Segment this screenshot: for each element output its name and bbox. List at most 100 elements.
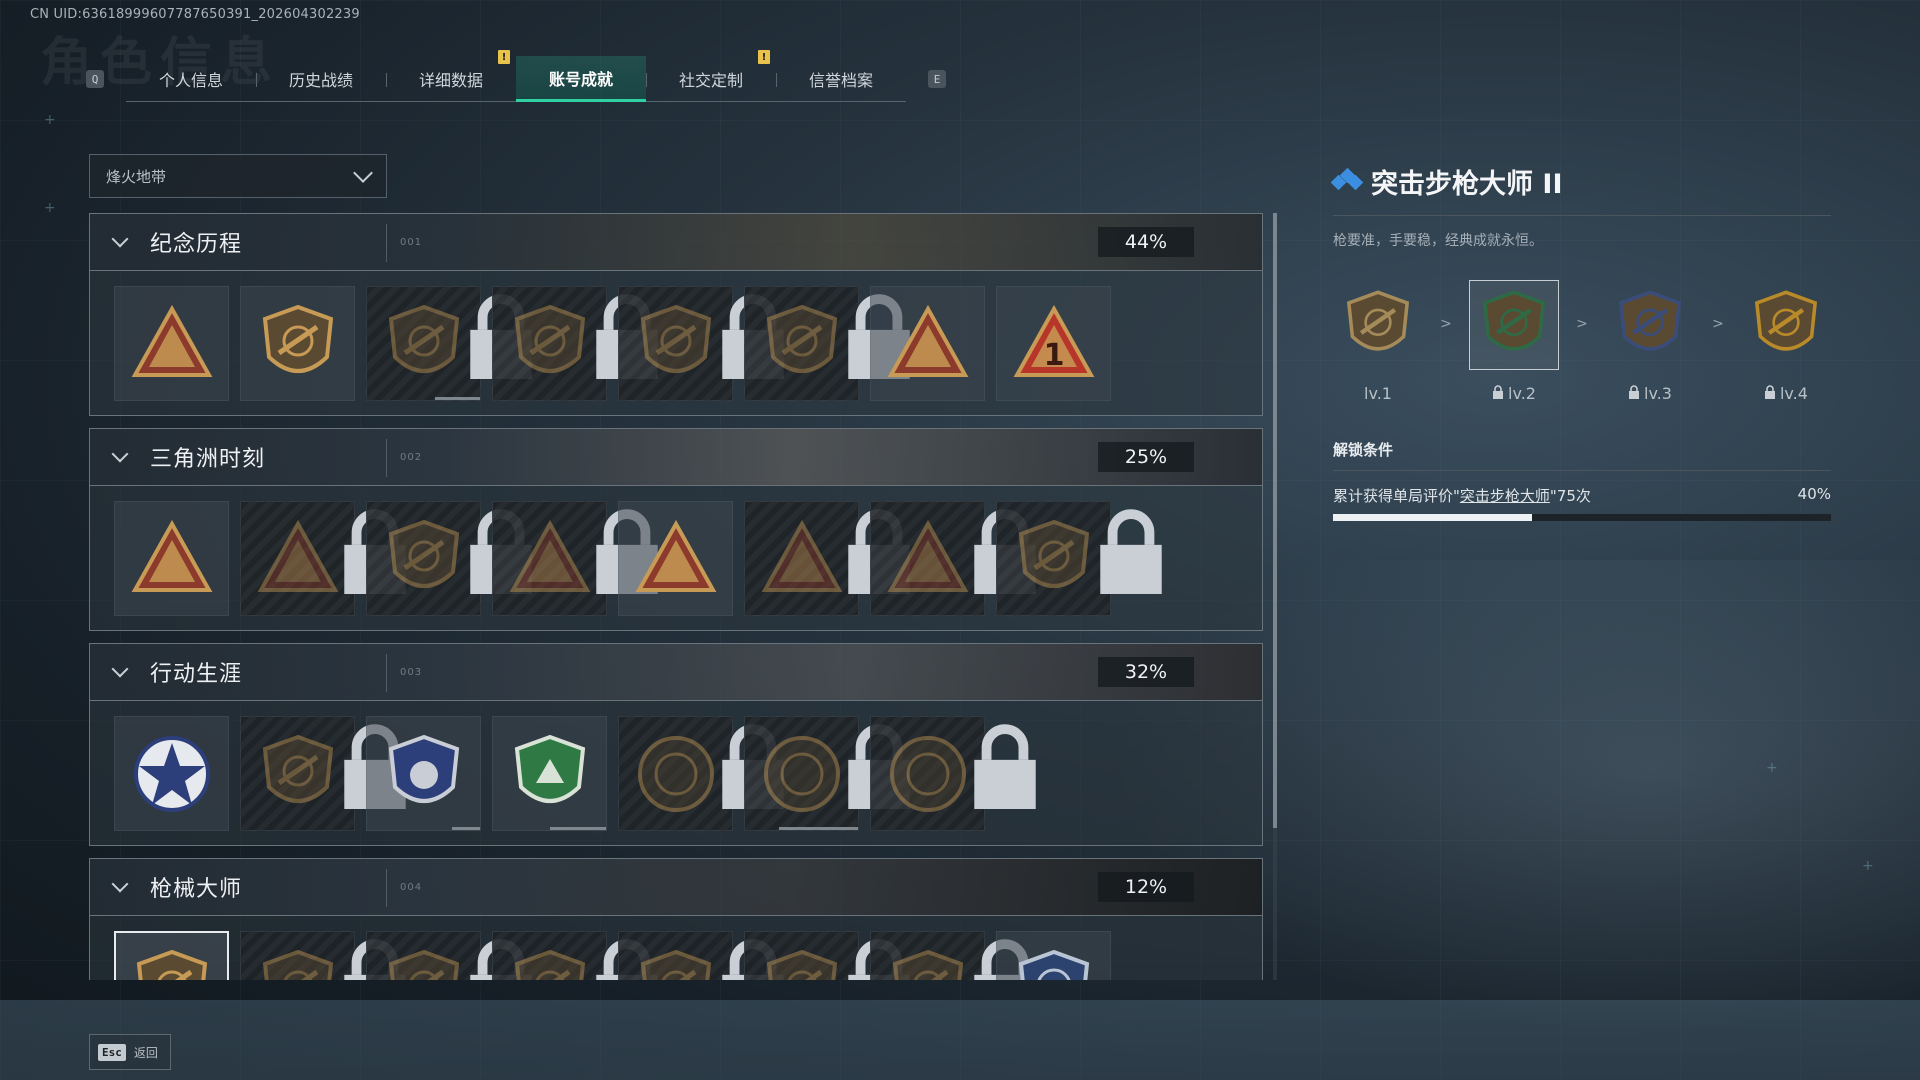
esc-key-hint: Esc <box>98 1043 126 1061</box>
achievement-badge-tile[interactable] <box>492 286 658 401</box>
achievement-badge-tile[interactable] <box>240 501 406 616</box>
achievement-badge-tile[interactable] <box>744 286 910 401</box>
achievement-badge-tile[interactable] <box>744 716 910 831</box>
achievement-badge-tile[interactable] <box>366 286 532 401</box>
achievement-badge-tile[interactable] <box>240 716 406 831</box>
level-label-row: lv.4 <box>1764 384 1808 403</box>
notification-badge: ! <box>498 50 510 64</box>
tab-4[interactable]: 社交定制! <box>646 50 776 102</box>
tab-bar: Q 个人信息 历史战绩 详细数据! 账号成就 社交定制! 信誉档案 E <box>86 50 946 102</box>
rifle-shield-icon <box>885 946 971 980</box>
tab-0[interactable]: 个人信息 <box>126 56 256 102</box>
achievement-badge-tile[interactable] <box>870 501 1036 616</box>
achievement-badge-tile[interactable] <box>996 501 1162 616</box>
chevron-down-icon[interactable] <box>111 445 129 463</box>
list-scrollbar[interactable] <box>1273 213 1277 980</box>
ship-triangle-icon <box>885 301 971 387</box>
gear-triangle-icon <box>507 516 593 602</box>
level-label: lv.3 <box>1644 384 1672 403</box>
chevron-down-icon[interactable] <box>111 875 129 893</box>
achievement-badge-tile[interactable] <box>114 286 229 401</box>
lock-icon <box>1628 384 1640 403</box>
tab-3[interactable]: 账号成就 <box>516 56 646 102</box>
chevron-down-icon[interactable] <box>111 230 129 248</box>
achievement-badge-tile[interactable] <box>114 931 229 980</box>
achievement-badge-tile[interactable] <box>618 501 733 616</box>
tab-2[interactable]: 详细数据! <box>386 50 516 102</box>
tab-1[interactable]: 历史战绩 <box>256 56 386 102</box>
badge-progress-line <box>778 827 858 830</box>
achievement-badge-tile[interactable] <box>618 716 784 831</box>
lock-icon <box>332 508 406 594</box>
mode-select-value: 烽火地带 <box>106 167 167 186</box>
category-title: 纪念历程 <box>150 232 243 257</box>
rifle-shield-icon <box>507 946 593 980</box>
dragon-triangle-icon <box>885 516 971 602</box>
achievement-badge-tile[interactable] <box>366 931 532 980</box>
level-item[interactable]: lv.1 <box>1333 280 1423 403</box>
achievement-badge-tile[interactable] <box>492 501 658 616</box>
category-header[interactable]: 纪念历程 001 44% <box>89 213 1263 271</box>
achievement-badge-tile[interactable] <box>240 286 355 401</box>
rifle-shield-icon <box>381 946 467 980</box>
level-item[interactable]: lv.2 <box>1468 280 1559 403</box>
shield-chevron-icon <box>381 301 467 387</box>
achievement-badge-tile[interactable] <box>996 931 1111 980</box>
achievement-badge-tile[interactable]: 1 <box>996 286 1111 401</box>
tab-row: 个人信息 历史战绩 详细数据! 账号成就 社交定制! 信誉档案 <box>126 50 906 102</box>
category-badge-grid <box>89 486 1263 631</box>
divider <box>1333 215 1831 216</box>
achievement-category-list[interactable]: 纪念历程 001 44% 1 三角洲时刻 002 25% 行动生涯 003 32… <box>89 213 1263 980</box>
achievement-badge-tile[interactable] <box>870 286 985 401</box>
mode-select-dropdown[interactable]: 烽火地带 <box>89 154 387 198</box>
unlock-progress-bar <box>1333 514 1831 521</box>
lock-icon <box>836 723 910 809</box>
lock-icon <box>458 508 532 594</box>
chevron-down-icon <box>353 163 373 183</box>
achievement-badge-tile[interactable] <box>114 501 229 616</box>
diamond-icon <box>1330 167 1364 194</box>
next-tab-key-hint[interactable]: E <box>928 70 946 88</box>
badge-progress-line <box>549 827 606 830</box>
level-label: lv.2 <box>1508 384 1536 403</box>
level-progression: lv.1 > lv.2 > lv.3 > lv.4 <box>1333 280 1831 403</box>
tab-5[interactable]: 信誉档案 <box>776 56 906 102</box>
level-item[interactable]: lv.4 <box>1741 280 1831 403</box>
achievement-badge-tile[interactable] <box>870 931 1036 980</box>
hooded-figure-icon <box>633 301 719 387</box>
scrollbar-thumb[interactable] <box>1273 213 1277 828</box>
category-badge-grid: 1 <box>89 271 1263 416</box>
lock-icon <box>836 508 910 594</box>
prev-tab-key-hint[interactable]: Q <box>86 70 104 88</box>
achievement-badge-tile[interactable] <box>492 716 607 831</box>
achievement-badge-tile[interactable] <box>744 931 910 980</box>
eagle-shield-icon <box>255 731 341 817</box>
divider <box>1333 470 1831 471</box>
lock-icon <box>458 938 532 980</box>
eye-circle-icon <box>885 731 971 817</box>
level-label: lv.4 <box>1779 384 1808 403</box>
achievement-badge-tile[interactable] <box>492 931 658 980</box>
level-item[interactable]: lv.3 <box>1605 280 1695 403</box>
achievement-badge-tile[interactable] <box>114 716 229 831</box>
lock-icon <box>332 938 406 980</box>
category-header[interactable]: 三角洲时刻 002 25% <box>89 428 1263 486</box>
achievement-badge-tile[interactable] <box>870 716 1036 831</box>
achievement-badge-tile[interactable] <box>240 931 406 980</box>
unlock-percent: 40% <box>1797 485 1831 503</box>
tab-label: 历史战绩 <box>288 71 353 90</box>
category-header[interactable]: 行动生涯 003 32% <box>89 643 1263 701</box>
chevron-down-icon[interactable] <box>111 660 129 678</box>
achievement-badge-tile[interactable] <box>366 716 481 831</box>
category-header[interactable]: 枪械大师 004 12% <box>89 858 1263 916</box>
achievement-badge-tile[interactable] <box>744 501 910 616</box>
back-button[interactable]: Esc 返回 <box>89 1034 171 1070</box>
achievement-badge-tile[interactable] <box>618 286 784 401</box>
rifle-shield-icon <box>633 946 719 980</box>
cube-diamond-icon <box>1011 516 1097 602</box>
number-one-triangle-icon: 1 <box>1011 301 1097 387</box>
achievement-badge-tile[interactable] <box>366 501 532 616</box>
achievement-badge-tile[interactable] <box>618 931 784 980</box>
unlock-link[interactable]: 突击步枪大师 <box>1460 487 1550 505</box>
category-title: 三角洲时刻 <box>150 447 266 472</box>
